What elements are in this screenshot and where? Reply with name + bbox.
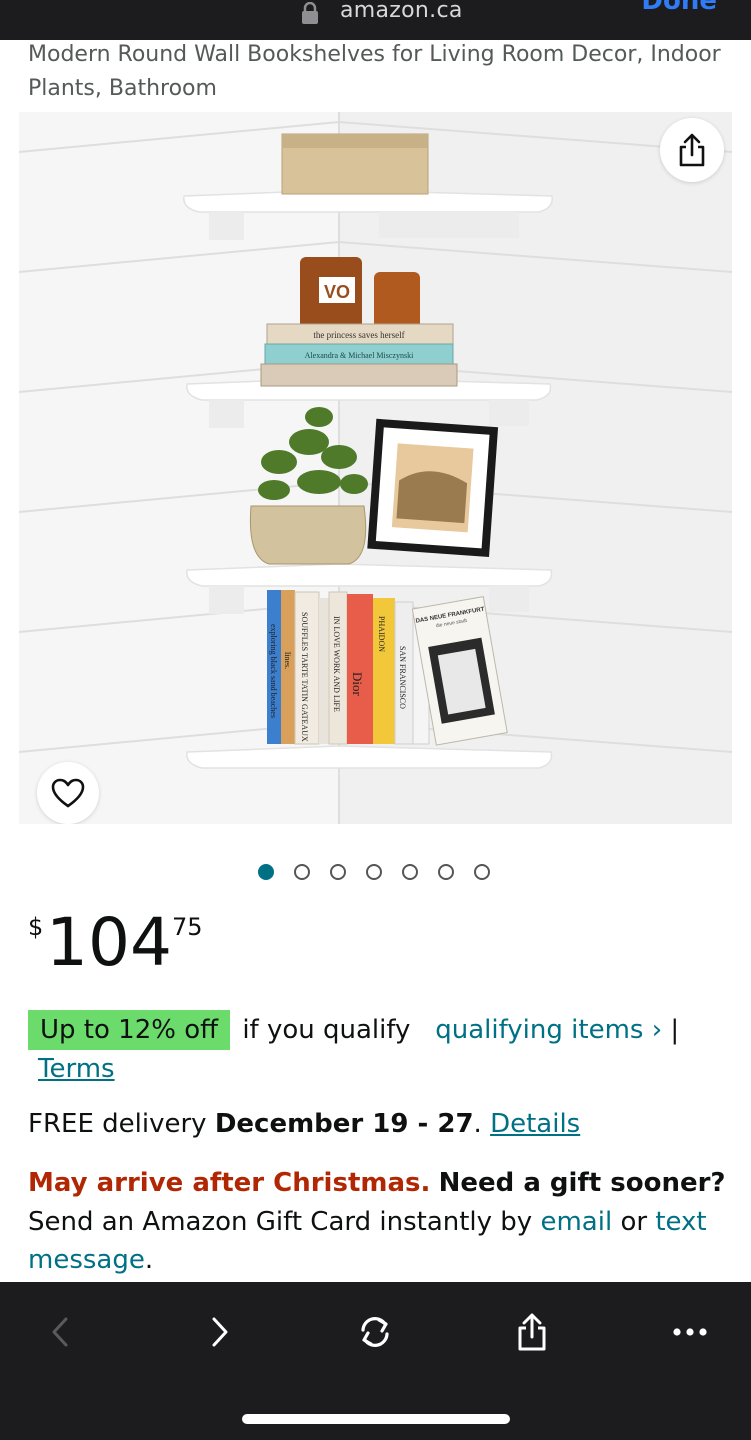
christmas-warning: May arrive after Christmas.: [28, 1168, 431, 1198]
gift-card-text: Send an Amazon Gift Card instantly by: [28, 1206, 533, 1237]
product-title: Modern Round Wall Bookshelves for Living…: [28, 42, 721, 101]
pagination-dot[interactable]: [258, 864, 274, 880]
gift-question: Need a gift sooner?: [438, 1168, 726, 1198]
delivery-period: .: [473, 1109, 482, 1139]
image-pagination[interactable]: [258, 864, 490, 882]
discount-badge: Up to 12% off: [28, 1010, 231, 1050]
email-link[interactable]: email: [540, 1207, 612, 1237]
home-indicator[interactable]: [242, 1414, 510, 1424]
heart-icon: [51, 778, 85, 808]
qualify-text: if you qualify: [242, 1015, 411, 1045]
pagination-dot[interactable]: [330, 864, 346, 880]
url-domain[interactable]: amazon.ca: [340, 0, 463, 23]
details-link[interactable]: Details: [490, 1109, 580, 1139]
terms-link[interactable]: Terms: [38, 1050, 115, 1088]
candle-label: VO: [324, 282, 350, 302]
book-spine-6: PHAIDON: [377, 616, 386, 652]
pagination-dot[interactable]: [402, 864, 418, 880]
pagination-dot[interactable]: [366, 864, 382, 880]
pagination-dot[interactable]: [438, 864, 454, 880]
toolbar-share-button[interactable]: [502, 1302, 562, 1362]
gift-end: .: [144, 1245, 154, 1275]
reload-icon: [361, 1317, 389, 1347]
delivery-dates: December 19 - 27: [214, 1109, 474, 1139]
back-button[interactable]: [30, 1302, 90, 1362]
done-button[interactable]: Done: [641, 0, 717, 16]
book-spine-3: SOUFFLES TARTE TATIN GATEAUX: [300, 612, 309, 742]
price-whole: 104: [46, 904, 172, 981]
product-image: VO the princess saves herself Alexandra …: [19, 112, 732, 824]
lock-icon: [302, 2, 318, 24]
browser-toolbar: [0, 1282, 751, 1440]
share-icon: [679, 133, 705, 167]
book-spine-7: SAN FRANCISCO: [398, 646, 407, 709]
or-text: or: [620, 1206, 648, 1237]
reload-button[interactable]: [345, 1302, 405, 1362]
more-button[interactable]: [660, 1302, 720, 1362]
forward-button[interactable]: [190, 1302, 250, 1362]
gift-notice: May arrive after Christmas. Need a gift …: [28, 1164, 728, 1280]
delivery-info: FREE delivery December 19 - 27. Details: [28, 1104, 580, 1144]
book-title-1: the princess saves herself: [313, 330, 404, 340]
pagination-dot[interactable]: [474, 864, 490, 880]
book-spine-1: exploring black sand beaches: [269, 624, 278, 718]
product-image-carousel[interactable]: VO the princess saves herself Alexandra …: [19, 112, 732, 824]
share-icon: [518, 1313, 546, 1351]
wishlist-button[interactable]: [37, 762, 99, 824]
price-symbol: $: [28, 913, 44, 941]
more-icon: [673, 1328, 707, 1336]
price-fraction: 75: [172, 913, 203, 941]
book-spine-5: Dior: [350, 672, 365, 697]
delivery-prefix: FREE delivery: [28, 1109, 207, 1139]
image-share-button[interactable]: [660, 118, 724, 182]
pagination-dot[interactable]: [294, 864, 310, 880]
separator: |: [670, 1015, 680, 1045]
book-title-2: Alexandra & Michael Misczynski: [305, 351, 414, 360]
book-spine-4: IN LOVE WORK AND LIFE: [332, 616, 341, 712]
book-spine-2: lines.: [283, 652, 292, 669]
url-bar[interactable]: amazon.ca Done: [0, 0, 751, 40]
back-icon: [52, 1317, 68, 1347]
promo-row: Up to 12% off if you qualify qualifying …: [28, 1010, 728, 1084]
qualifying-items-link[interactable]: qualifying items ›: [435, 1015, 662, 1045]
forward-icon: [212, 1317, 228, 1347]
